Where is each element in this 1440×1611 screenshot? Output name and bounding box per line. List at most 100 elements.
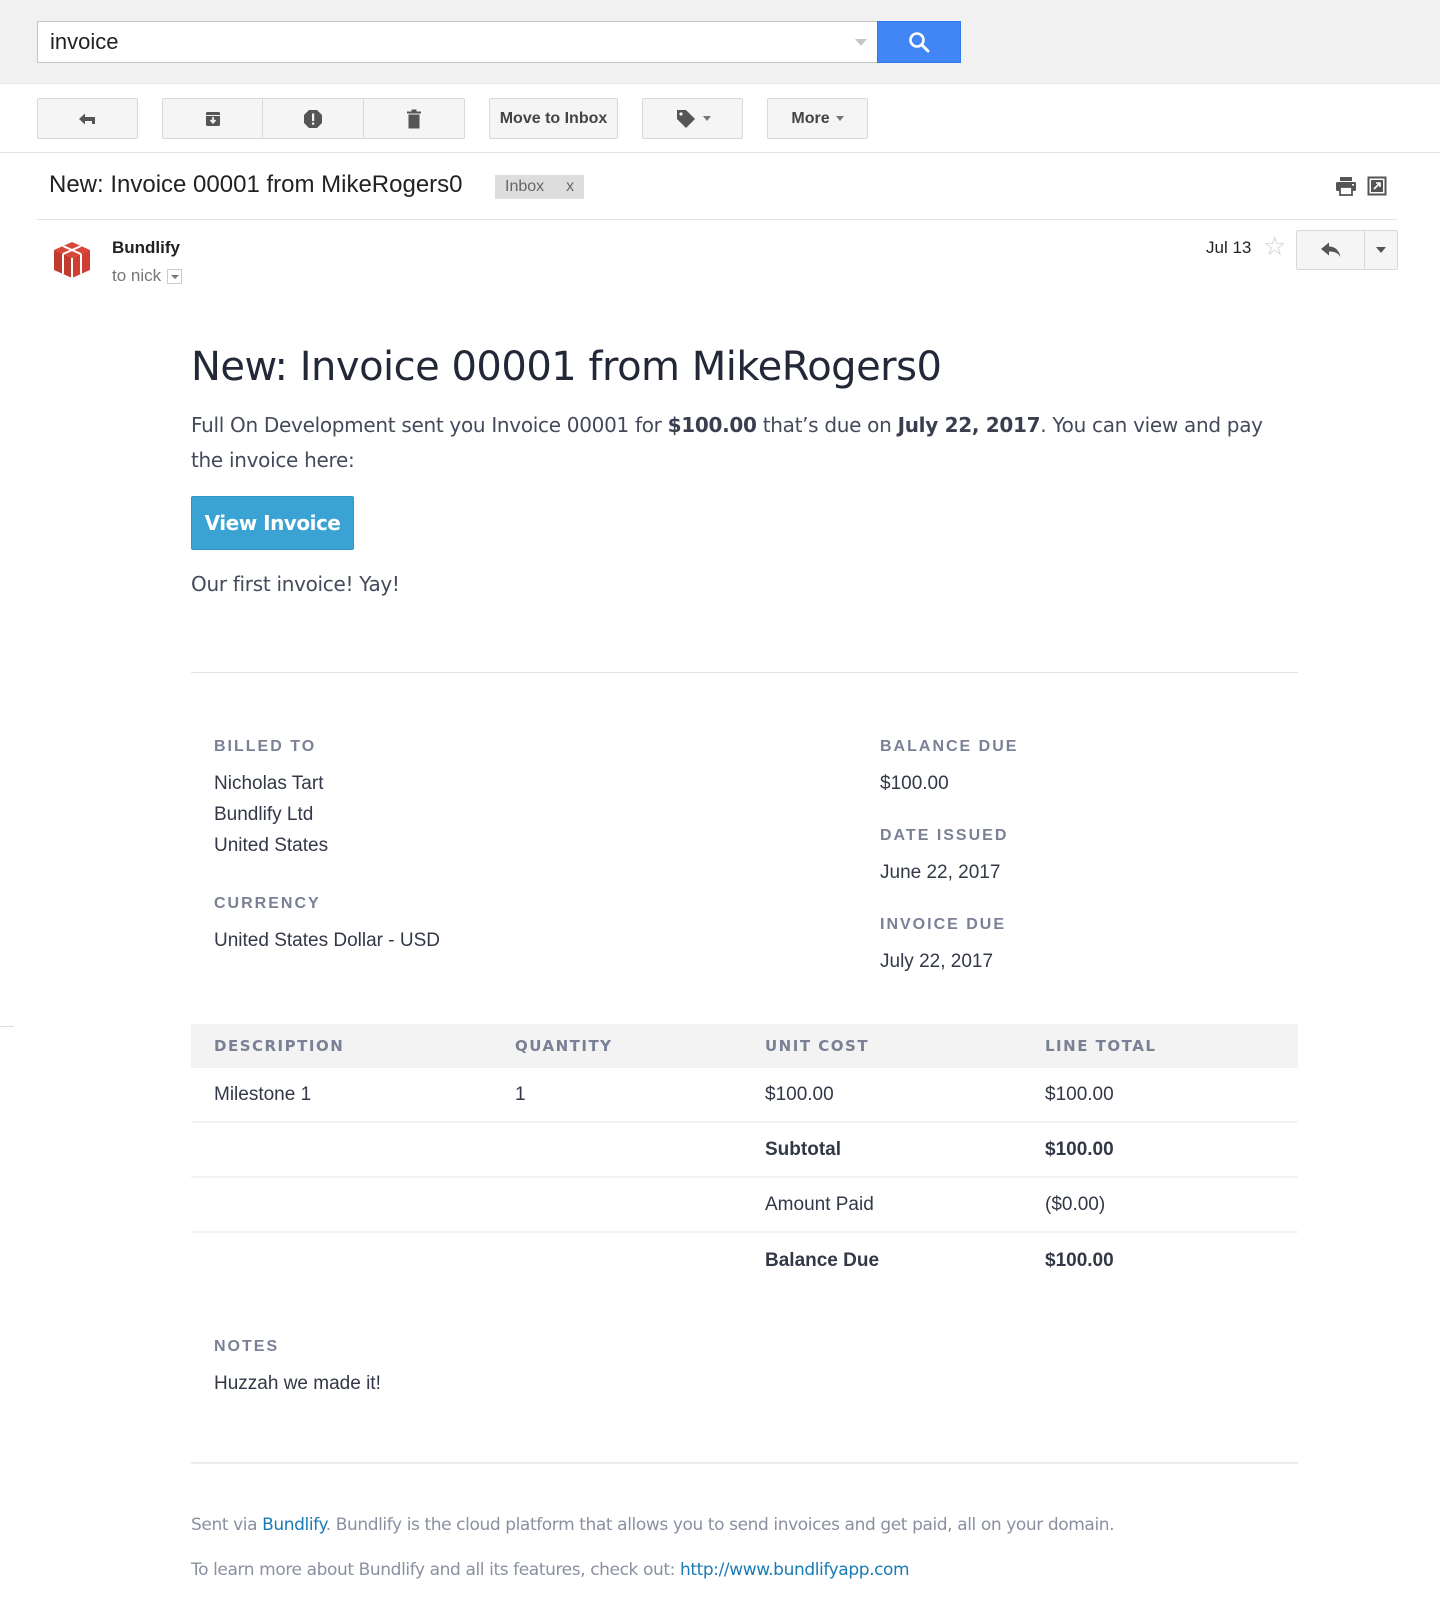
chevron-down-icon bbox=[1376, 247, 1386, 253]
open-in-new-window-button[interactable] bbox=[1367, 176, 1387, 201]
email-body: New: Invoice 00001 from MikeRogers0 Full… bbox=[191, 330, 1298, 596]
search-input[interactable] bbox=[50, 22, 830, 62]
email-intro: Full On Development sent you Invoice 000… bbox=[191, 408, 1298, 478]
label-name: Inbox bbox=[505, 178, 545, 195]
intro-text: that’s due on bbox=[756, 413, 898, 437]
notes-section: NOTES Huzzah we made it! bbox=[214, 1338, 381, 1399]
labels-button[interactable] bbox=[642, 98, 743, 139]
move-to-inbox-button[interactable]: Move to Inbox bbox=[489, 98, 618, 139]
chevron-down-icon bbox=[702, 116, 711, 121]
currency-label: CURRENCY bbox=[214, 895, 321, 912]
invoice-items-table: DESCRIPTION QUANTITY UNIT COST LINE TOTA… bbox=[191, 1024, 1298, 1288]
archive-icon bbox=[205, 111, 220, 126]
billing-info: BILLED TO Nicholas Tart Bundlify Ltd Uni… bbox=[214, 738, 440, 956]
total-value: $100.00 bbox=[1045, 1249, 1114, 1271]
total-label: Balance Due bbox=[765, 1249, 880, 1271]
label-tag-icon bbox=[676, 109, 695, 128]
inbox-label-chip[interactable]: Inbox x bbox=[495, 175, 585, 199]
view-invoice-button[interactable]: View Invoice bbox=[191, 496, 354, 550]
message-toolbar: Move to Inbox More bbox=[0, 85, 1440, 153]
search-button[interactable] bbox=[877, 21, 961, 63]
new-window-icon bbox=[1367, 176, 1387, 196]
remove-label-button[interactable]: x bbox=[566, 178, 574, 196]
column-header: LINE TOTAL bbox=[1045, 1037, 1157, 1055]
amount-paid-row: Amount Paid ($0.00) bbox=[191, 1178, 1298, 1233]
action-button-group bbox=[162, 98, 465, 139]
back-to-results-button[interactable] bbox=[37, 98, 138, 139]
email-heading: New: Invoice 00001 from MikeRogers0 bbox=[191, 344, 942, 390]
print-all-button[interactable] bbox=[1335, 176, 1357, 201]
item-unit-cost: $100.00 bbox=[765, 1083, 834, 1105]
search-options-dropdown-icon[interactable] bbox=[855, 39, 867, 46]
invoice-summary: BALANCE DUE $100.00 DATE ISSUED June 22,… bbox=[880, 738, 1018, 977]
thread-subject: New: Invoice 00001 from MikeRogers0 bbox=[49, 171, 463, 198]
balance-due-value: $100.00 bbox=[880, 773, 949, 794]
column-header: DESCRIPTION bbox=[214, 1037, 345, 1055]
bundlify-link[interactable]: Bundlify bbox=[262, 1515, 326, 1535]
balance-due-row: Balance Due $100.00 bbox=[191, 1233, 1298, 1288]
trash-icon bbox=[407, 109, 421, 128]
divider bbox=[191, 1462, 1298, 1464]
search-icon bbox=[909, 32, 930, 53]
total-value: $100.00 bbox=[1045, 1138, 1114, 1160]
sender-name[interactable]: Bundlify bbox=[112, 238, 180, 258]
reply-icon bbox=[1320, 242, 1340, 257]
column-header: UNIT COST bbox=[765, 1037, 870, 1055]
intro-amount: $100.00 bbox=[667, 413, 757, 437]
currency-value: United States Dollar - USD bbox=[214, 930, 440, 951]
item-line-total: $100.00 bbox=[1045, 1083, 1114, 1105]
subtotal-row: Subtotal $100.00 bbox=[191, 1123, 1298, 1178]
item-quantity: 1 bbox=[515, 1083, 526, 1105]
footer-text: . Bundlify is the cloud platform that al… bbox=[325, 1515, 1115, 1535]
sender-avatar bbox=[52, 240, 92, 285]
report-spam-icon bbox=[304, 109, 322, 128]
chevron-down-icon bbox=[835, 116, 844, 121]
email-footer: Sent via Bundlify. Bundlify is the cloud… bbox=[191, 1515, 1115, 1605]
more-reply-options-button[interactable] bbox=[1365, 230, 1398, 270]
search-box bbox=[37, 21, 877, 63]
bundlify-website-link[interactable]: http://www.bundlifyapp.com bbox=[680, 1560, 910, 1580]
recipient-line: to nick bbox=[112, 266, 183, 286]
more-actions-button[interactable]: More bbox=[767, 98, 868, 139]
message-date: Jul 13 bbox=[1206, 238, 1252, 257]
archive-button[interactable] bbox=[162, 98, 263, 139]
balance-due-label: BALANCE DUE bbox=[880, 738, 1019, 755]
column-header: QUANTITY bbox=[515, 1037, 613, 1055]
more-label: More bbox=[791, 109, 830, 127]
reply-button[interactable] bbox=[1296, 230, 1365, 270]
reply-button-group bbox=[1296, 230, 1398, 270]
total-value: ($0.00) bbox=[1045, 1193, 1106, 1215]
star-icon[interactable]: ☆ bbox=[1263, 233, 1286, 259]
search-bar bbox=[0, 0, 1440, 84]
thread-subject-row: New: Invoice 00001 from MikeRogers0 Inbo… bbox=[37, 154, 1397, 220]
table-header: DESCRIPTION QUANTITY UNIT COST LINE TOTA… bbox=[191, 1024, 1298, 1068]
notes-label: NOTES bbox=[214, 1338, 280, 1355]
billed-to-line: United States bbox=[214, 835, 329, 856]
total-label: Amount Paid bbox=[765, 1193, 874, 1215]
report-spam-button[interactable] bbox=[263, 98, 364, 139]
item-description: Milestone 1 bbox=[214, 1083, 312, 1105]
email-message: Our first invoice! Yay! bbox=[191, 572, 400, 596]
divider bbox=[191, 672, 1298, 673]
back-arrow-icon bbox=[78, 113, 95, 124]
date-issued-value: June 22, 2017 bbox=[880, 862, 1001, 883]
date-issued-label: DATE ISSUED bbox=[880, 827, 1009, 844]
delete-button[interactable] bbox=[364, 98, 465, 139]
intro-due-date: July 22, 2017 bbox=[897, 413, 1041, 437]
divider bbox=[0, 1026, 14, 1027]
billed-to-address: Nicholas Tart Bundlify Ltd United States bbox=[214, 768, 440, 861]
recipient-text: to nick bbox=[112, 266, 162, 285]
footer-text: Sent via bbox=[191, 1515, 263, 1535]
footer-line-1: Sent via Bundlify. Bundlify is the cloud… bbox=[191, 1515, 1115, 1560]
bundlify-box-logo-icon bbox=[54, 242, 90, 278]
footer-line-2: To learn more about Bundlify and all its… bbox=[191, 1560, 1114, 1605]
show-details-dropdown[interactable] bbox=[167, 268, 183, 284]
invoice-due-value: July 22, 2017 bbox=[880, 951, 994, 972]
total-label: Subtotal bbox=[765, 1138, 841, 1160]
billed-to-line: Bundlify Ltd bbox=[214, 804, 314, 825]
print-icon bbox=[1336, 177, 1356, 196]
billed-to-label: BILLED TO bbox=[214, 738, 317, 755]
intro-text: Full On Development sent you Invoice 000… bbox=[191, 413, 668, 437]
invoice-due-label: INVOICE DUE bbox=[880, 916, 1007, 933]
footer-text: To learn more about Bundlify and all its… bbox=[191, 1560, 680, 1580]
